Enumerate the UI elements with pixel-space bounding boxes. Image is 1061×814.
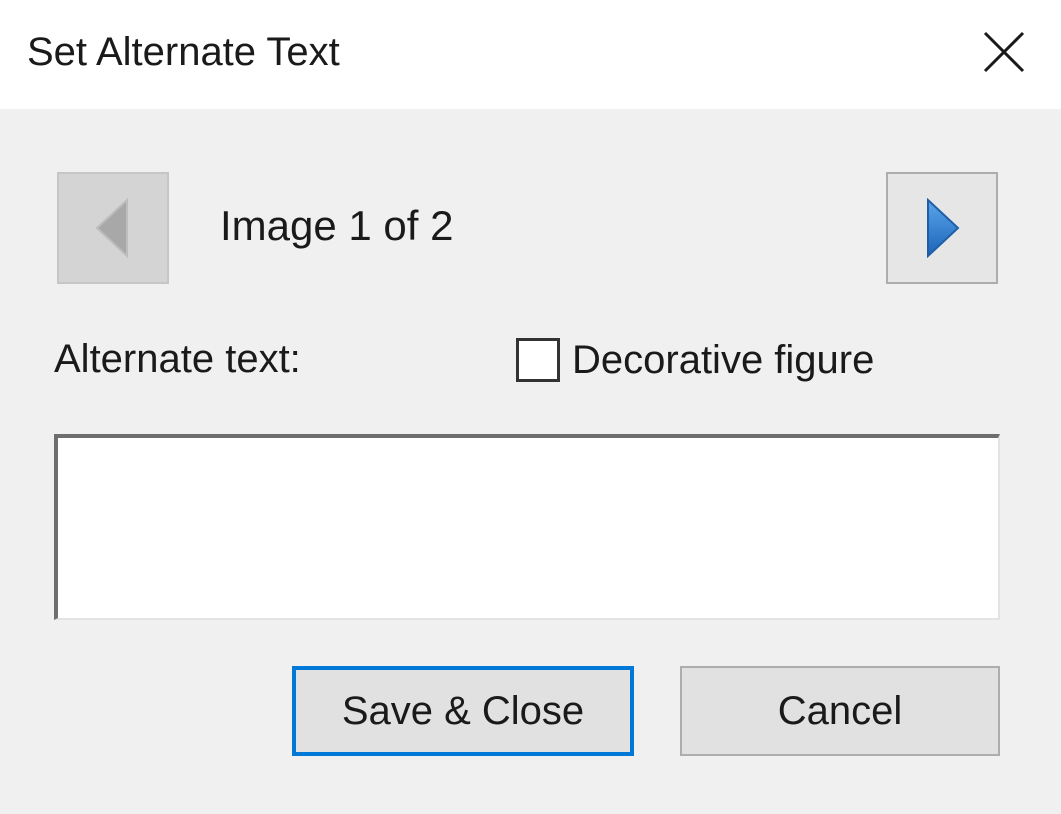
triangle-left-icon [95,198,128,258]
set-alternate-text-dialog: Set Alternate Text Image 1 of 2 Alternat… [0,0,1061,814]
close-button[interactable] [960,10,1048,94]
close-icon [983,31,1025,73]
decorative-figure-option[interactable]: Decorative figure [516,334,874,386]
next-image-button[interactable] [886,172,998,284]
title-bar: Set Alternate Text [0,0,1061,109]
cancel-button[interactable]: Cancel [680,666,1000,756]
triangle-right-icon [927,198,960,258]
cancel-label: Cancel [777,688,903,733]
alternate-text-label: Alternate text: [54,337,301,381]
image-counter: Image 1 of 2 [220,202,454,249]
save-and-close-button[interactable]: Save & Close [292,666,634,756]
dialog-title: Set Alternate Text [27,30,340,74]
decorative-figure-checkbox[interactable] [516,338,560,382]
alternate-text-input[interactable] [54,434,1000,620]
decorative-figure-label: Decorative figure [572,338,875,382]
save-and-close-label: Save & Close [341,688,585,733]
previous-image-button[interactable] [57,172,169,284]
